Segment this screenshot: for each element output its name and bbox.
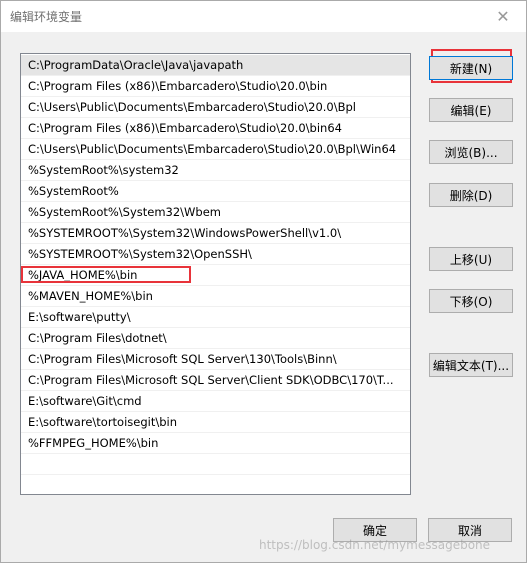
path-list-item[interactable]: %MAVEN_HOME%\bin [21, 286, 410, 307]
watermark: https://blog.csdn.net/mymessagebone [259, 538, 491, 552]
path-list-item[interactable]: %SystemRoot%\System32\Wbem [21, 202, 410, 223]
path-list-item[interactable]: C:\Program Files (x86)\Embarcadero\Studi… [21, 118, 410, 139]
path-list-item[interactable]: E:\software\tortoisegit\bin [21, 412, 410, 433]
empty-list-row[interactable] [21, 475, 410, 494]
path-list-item[interactable]: %JAVA_HOME%\bin [21, 265, 410, 286]
browse-button[interactable]: 浏览(B)... [429, 140, 513, 164]
path-list-item[interactable]: C:\Program Files\dotnet\ [21, 328, 410, 349]
path-list-item[interactable]: C:\ProgramData\Oracle\Java\javapath [21, 55, 410, 76]
title-bar: 编辑环境变量 ✕ [1, 1, 526, 32]
path-list-item[interactable]: C:\Users\Public\Documents\Embarcadero\St… [21, 139, 410, 160]
path-list-item[interactable]: %SYSTEMROOT%\System32\WindowsPowerShell\… [21, 223, 410, 244]
move-up-button[interactable]: 上移(U) [429, 247, 513, 271]
new-button[interactable]: 新建(N) [429, 56, 513, 80]
path-list-item[interactable]: E:\software\putty\ [21, 307, 410, 328]
path-list-item[interactable]: C:\Program Files (x86)\Embarcadero\Studi… [21, 76, 410, 97]
path-list-item[interactable]: %SystemRoot% [21, 181, 410, 202]
empty-list-row[interactable] [21, 454, 410, 475]
edit-button[interactable]: 编辑(E) [429, 98, 513, 122]
path-listbox[interactable]: %FFMPEG_HOME%\bin E:\software\tortoisegit… [20, 53, 411, 495]
move-down-button[interactable]: 下移(O) [429, 289, 513, 313]
path-list-item[interactable]: %SYSTEMROOT%\System32\OpenSSH\ [21, 244, 410, 265]
window-title: 编辑环境变量 [10, 10, 83, 24]
path-list-item[interactable]: C:\Program Files\Microsoft SQL Server\13… [21, 349, 410, 370]
edit-text-button[interactable]: 编辑文本(T)... [429, 353, 513, 377]
path-list-item[interactable]: %SystemRoot%\system32 [21, 160, 410, 181]
path-list-item[interactable]: E:\software\Git\cmd [21, 391, 410, 412]
close-icon[interactable]: ✕ [480, 1, 526, 32]
edit-env-variable-dialog: 编辑环境变量 ✕ %FFMPEG_HOME%\bin E:\software\to… [0, 0, 527, 563]
path-list-item[interactable]: C:\Program Files\Microsoft SQL Server\Cl… [21, 370, 410, 391]
path-list-item[interactable]: %FFMPEG_HOME%\bin [21, 433, 410, 454]
path-list-item[interactable]: C:\Users\Public\Documents\Embarcadero\St… [21, 97, 410, 118]
delete-button[interactable]: 删除(D) [429, 183, 513, 207]
